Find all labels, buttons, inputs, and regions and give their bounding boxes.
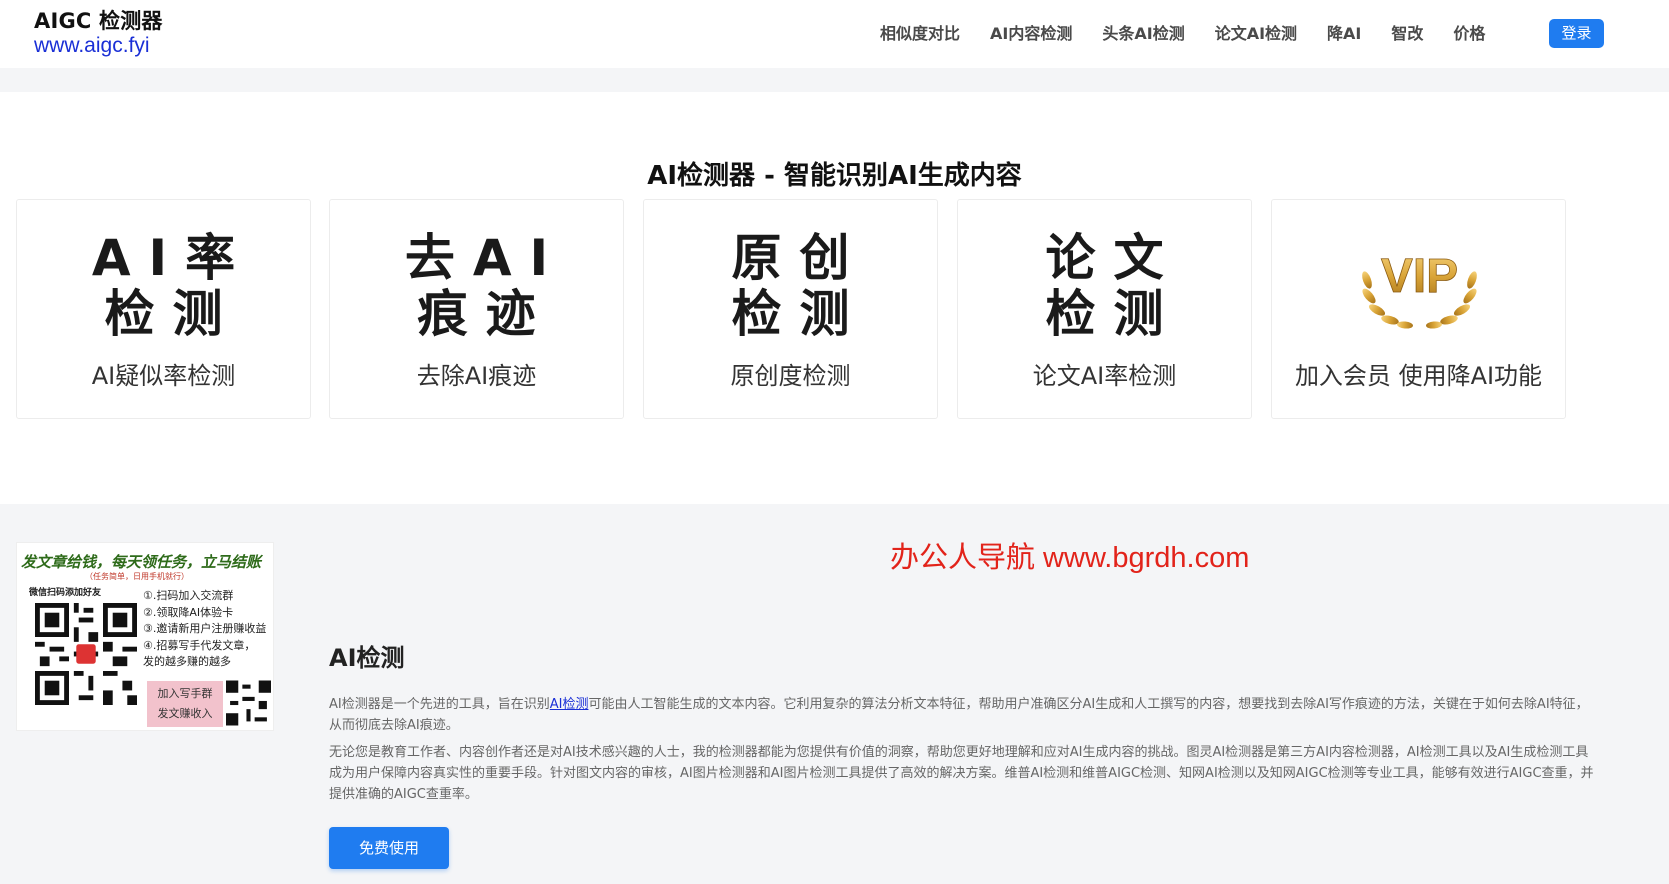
nav-reduce-ai[interactable]: 降AI [1327, 22, 1361, 46]
nav-ai-content-detect[interactable]: AI内容检测 [990, 22, 1072, 46]
card-originality-detect[interactable]: 原创 检测 原创度检测 [643, 199, 938, 419]
promo-banner[interactable]: 发文章给钱，每天领任务，立马结账 （任务简单，日用手机就行） 微信扫码添加好友 … [16, 542, 274, 731]
para1-text: AI检测器是一个先进的工具，旨在识别 [329, 697, 550, 712]
nav-smart-rewrite[interactable]: 智改 [1391, 22, 1423, 46]
nav-pricing[interactable]: 价格 [1453, 22, 1485, 46]
card-label: 论文AI率检测 [1032, 362, 1177, 390]
about-paragraph-2: 无论您是教育工作者、内容创作者还是对AI技术感兴趣的人士，我的检测器都能为您提供… [329, 745, 1594, 802]
promo-step: 发的越多赚的越多 [143, 655, 231, 668]
card-big-line: 论文 [1045, 229, 1182, 287]
promo-steps: ①.扫码加入交流群 ②.领取降AI体验卡 ③.邀请新用户注册赚收益 ④.招募写手… [143, 588, 266, 671]
brand-logo[interactable]: AIGC 检测器 www.aigc.fyi [34, 8, 163, 58]
promo-join-box: 加入写手群 发文赚收入 [147, 681, 223, 727]
card-big-line: 检测 [731, 285, 868, 343]
card-big-line: 原创 [731, 229, 868, 287]
promo-step: ②.领取降AI体验卡 [143, 605, 234, 619]
nav-paper-ai-detect[interactable]: 论文AI检测 [1215, 22, 1297, 46]
promo-headline: 发文章给钱，每天领任务，立马结账 [21, 553, 262, 571]
card-big-line: AI率 [91, 229, 254, 287]
free-use-button[interactable]: 免费使用 [329, 827, 449, 869]
brand-name: AIGC 检测器 [34, 9, 163, 33]
promo-scan-text: 微信扫码添加好友 [29, 588, 102, 598]
card-label: AI疑似率检测 [91, 362, 236, 390]
page-title: AI检测器 - 智能识别AI生成内容 [647, 161, 1022, 191]
brand-url: www.aigc.fyi [34, 34, 150, 57]
promo-step: ④.招募写手代发文章， [143, 638, 256, 652]
promo-join-line: 加入写手群 [157, 687, 213, 700]
card-label: 加入会员 使用降AI功能 [1294, 362, 1543, 390]
login-button[interactable]: 登录 [1549, 19, 1604, 48]
card-label: 去除AI痕迹 [416, 362, 537, 390]
card-big-text: 论文 检测 [958, 230, 1251, 342]
wechat-qr-code-icon [33, 603, 139, 705]
about-paragraph-1: AI检测器是一个先进的工具，旨在识别AI检测可能由人工智能生成的文本内容。它利用… [329, 694, 1601, 736]
card-big-text: AI率 检测 [17, 230, 310, 342]
small-qr-code-icon [226, 680, 271, 726]
card-vip-membership[interactable]: VIP 加入会员 使用降AI功能 [1271, 199, 1566, 419]
card-label: 原创度检测 [730, 362, 851, 390]
card-big-text: 去AI 痕迹 [330, 230, 623, 342]
vip-text: VIP [1381, 250, 1458, 303]
ai-detect-link[interactable]: AI检测 [550, 697, 589, 712]
site-header: AIGC 检测器 www.aigc.fyi 相似度对比 AI内容检测 头条AI检… [0, 0, 1669, 68]
card-remove-ai-traces[interactable]: 去AI 痕迹 去除AI痕迹 [329, 199, 624, 419]
about-section: 发文章给钱，每天领任务，立马结账 （任务简单，日用手机就行） 微信扫码添加好友 … [0, 504, 1669, 884]
nav-toutiao-ai-detect[interactable]: 头条AI检测 [1102, 22, 1184, 46]
card-big-text: 原创 检测 [644, 230, 937, 342]
promo-step: ③.邀请新用户注册赚收益 [143, 622, 267, 635]
card-big-line: 去AI [404, 229, 567, 287]
card-big-line: 检测 [104, 285, 241, 343]
promo-join-line: 发文赚收入 [157, 707, 213, 720]
promo-step: ①.扫码加入交流群 [143, 589, 234, 602]
card-big-line: 痕迹 [417, 285, 554, 343]
card-ai-rate-detect[interactable]: AI率 检测 AI疑似率检测 [16, 199, 311, 419]
promo-subline: （任务简单，日用手机就行） [85, 572, 189, 581]
card-paper-detect[interactable]: 论文 检测 论文AI率检测 [957, 199, 1252, 419]
vip-laurel-icon: VIP [1362, 250, 1477, 329]
header-divider [0, 68, 1669, 92]
section-title: AI检测 [329, 644, 405, 672]
card-big-line: 检测 [1045, 285, 1182, 343]
watermark-text: 办公人导航 www.bgrdh.com [890, 542, 1250, 574]
main-nav: 相似度对比 AI内容检测 头条AI检测 论文AI检测 降AI 智改 价格 [880, 22, 1515, 46]
nav-similarity-compare[interactable]: 相似度对比 [880, 22, 960, 46]
